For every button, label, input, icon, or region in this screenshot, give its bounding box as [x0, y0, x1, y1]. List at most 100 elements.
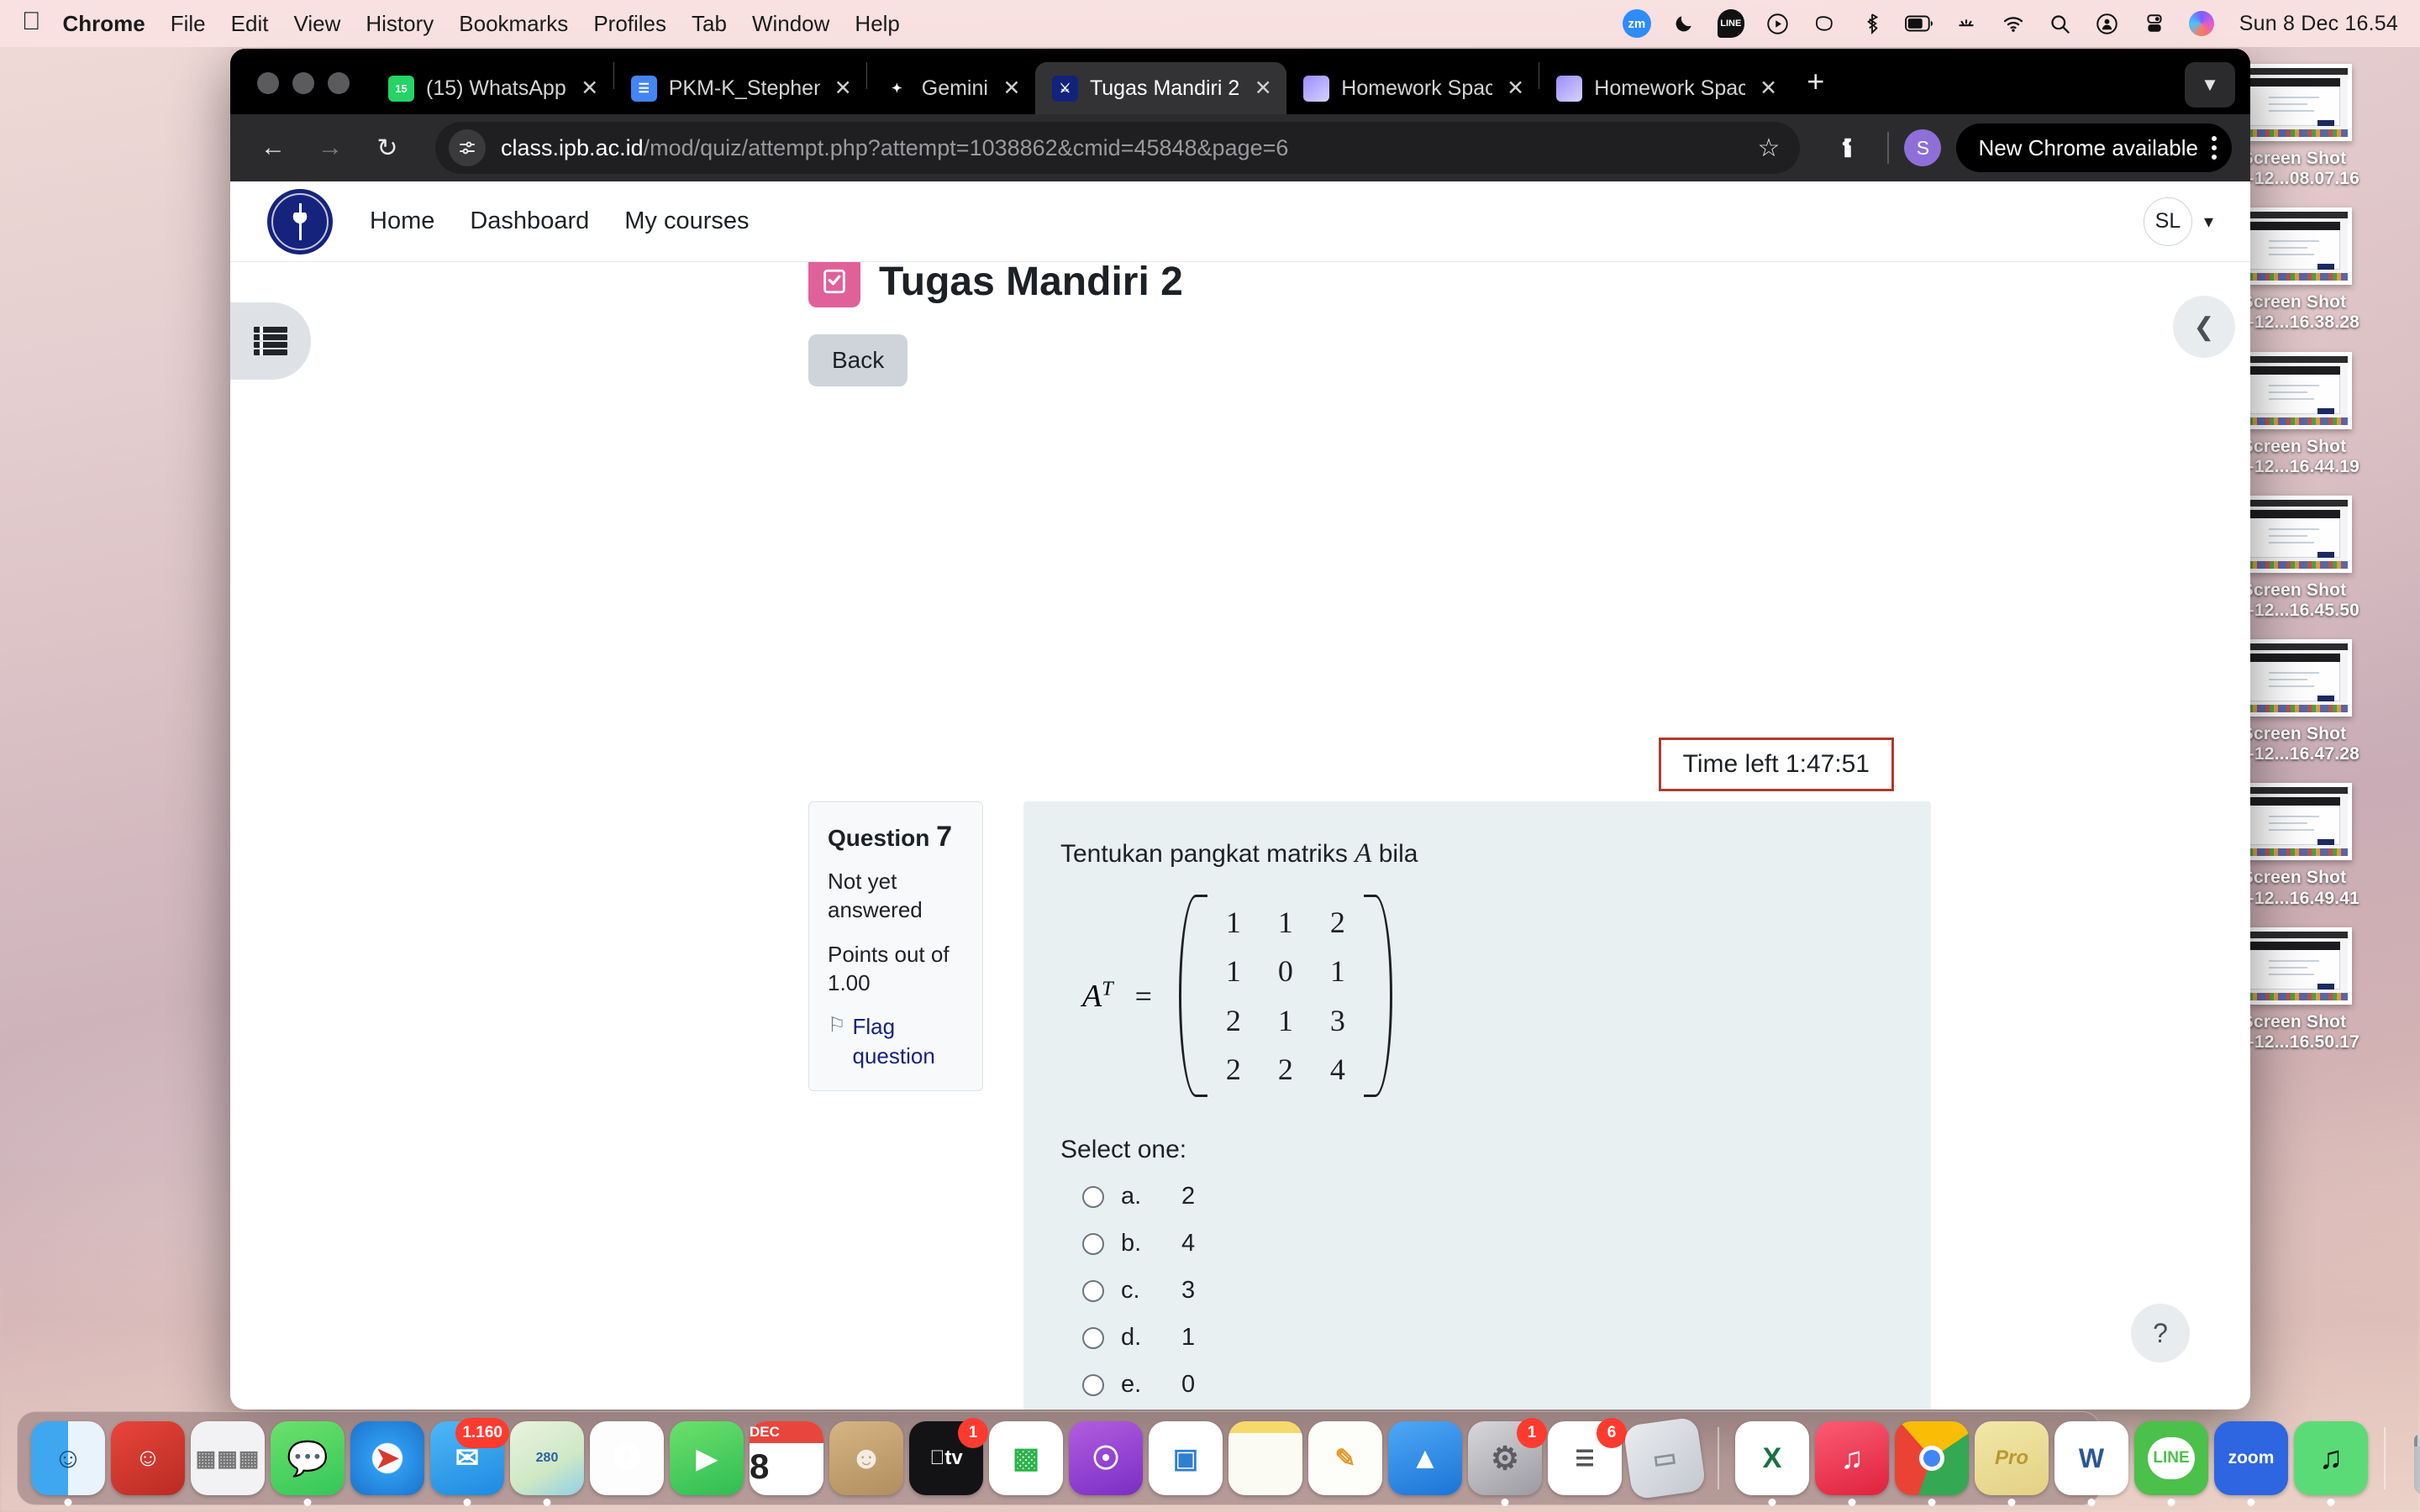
chevron-down-icon[interactable]: ▼	[2185, 62, 2235, 108]
menu-bar-clock[interactable]: Sun 8 Dec 16.54	[2239, 12, 2398, 36]
kebab-menu-icon[interactable]	[2212, 136, 2217, 160]
close-icon[interactable]: ✕	[1504, 76, 1527, 101]
control-center-user-icon[interactable]	[2093, 9, 2122, 38]
address-bar[interactable]: class.ipb.ac.id/mod/quiz/attempt.php?att…	[435, 122, 1801, 174]
finder-icon[interactable]: ☺	[31, 1421, 105, 1506]
system-settings-icon[interactable]: ⚙ 1	[1468, 1418, 1547, 1506]
control-center-icon[interactable]	[2140, 9, 2169, 38]
close-window-button[interactable]	[257, 72, 279, 94]
appstore-icon[interactable]: ▲	[1388, 1421, 1462, 1495]
reload-icon[interactable]: ↻	[363, 123, 412, 172]
answer-option[interactable]: b. 4	[1060, 1230, 1894, 1257]
line-icon[interactable]: LINE	[2134, 1421, 2208, 1506]
close-icon[interactable]: ✕	[832, 76, 855, 101]
back-arrow-icon[interactable]: ←	[249, 123, 297, 172]
podcasts-icon[interactable]: ☉	[1069, 1421, 1143, 1495]
course-index-list-icon[interactable]	[230, 302, 311, 380]
line-menu-icon[interactable]: LINE	[1717, 9, 1745, 38]
display-brightness-icon[interactable]	[1952, 9, 1981, 38]
browser-tab-gemini[interactable]: ✦ Gemini ✕	[867, 62, 1035, 114]
apple-music-icon[interactable]: ♫	[1815, 1421, 1889, 1506]
contacts-icon[interactable]: ☻	[829, 1421, 903, 1495]
radio-button[interactable]	[1082, 1373, 1104, 1396]
chevron-left-icon[interactable]: ❮	[2173, 296, 2235, 358]
menu-item-profiles[interactable]: Profiles	[593, 11, 666, 37]
appletv-icon[interactable]: tv1	[909, 1418, 988, 1495]
spotify-icon[interactable]: ♫	[2294, 1421, 2368, 1506]
radio-button[interactable]	[1082, 1185, 1104, 1208]
maps-icon[interactable]: 280	[510, 1421, 584, 1506]
photos-icon[interactable]: ❂	[590, 1421, 664, 1495]
safari-icon[interactable]: ➤	[350, 1421, 424, 1495]
messages-icon[interactable]: 💬	[271, 1421, 345, 1506]
menu-item-chrome[interactable]: Chrome	[63, 11, 145, 37]
menu-item-file[interactable]: File	[171, 11, 206, 37]
browser-tab-tugas-mandiri[interactable]: ⚔ Tugas Mandiri 2 ✕	[1034, 62, 1287, 114]
numbers-icon[interactable]: ▩	[989, 1421, 1063, 1495]
photobooth-icon[interactable]: ☺	[111, 1421, 185, 1495]
menu-item-edit[interactable]: Edit	[231, 11, 269, 37]
preview-icon[interactable]: ▭	[1623, 1416, 1707, 1500]
wifi-icon[interactable]	[1999, 9, 2028, 38]
nav-link-my-courses[interactable]: My courses	[624, 207, 749, 235]
answer-option[interactable]: c. 3	[1060, 1277, 1894, 1305]
facetime-icon[interactable]: ▶	[670, 1421, 744, 1495]
site-settings-icon[interactable]	[449, 129, 486, 166]
trash-icon[interactable]	[2402, 1421, 2420, 1495]
close-icon[interactable]: ✕	[1757, 76, 1780, 101]
menu-item-view[interactable]: View	[293, 11, 340, 37]
siri-icon[interactable]	[2187, 9, 2216, 38]
apple-icon[interactable]: 	[22, 9, 41, 34]
close-icon[interactable]: ✕	[1251, 76, 1275, 101]
pages-icon[interactable]: ✎	[1308, 1421, 1382, 1495]
flag-question-link[interactable]: ⚐ Flag question	[828, 1012, 964, 1070]
new-tab-button[interactable]: +	[1791, 64, 1839, 114]
podcast-play-icon[interactable]	[1764, 9, 1792, 38]
menu-item-tab[interactable]: Tab	[692, 11, 727, 37]
ipb-logo-icon[interactable]	[267, 188, 333, 255]
excel-icon[interactable]: X	[1735, 1421, 1809, 1506]
calendar-icon[interactable]: DEC 8	[750, 1421, 823, 1495]
menu-item-help[interactable]: Help	[855, 11, 899, 37]
maximize-window-button[interactable]	[328, 72, 350, 94]
do-not-disturb-moon-icon[interactable]	[1670, 9, 1698, 38]
close-icon[interactable]: ✕	[578, 76, 602, 101]
keynote-icon[interactable]: ▣	[1149, 1421, 1223, 1495]
launchpad-icon[interactable]: ▦▦▦	[191, 1421, 265, 1495]
word-icon[interactable]: W	[2054, 1421, 2128, 1506]
forward-arrow-icon[interactable]: →	[306, 123, 355, 172]
browser-tab-homework-1[interactable]: Homework Spac ✕	[1286, 62, 1539, 114]
notion-icon[interactable]	[1811, 9, 1839, 38]
answer-option[interactable]: e. 0	[1060, 1371, 1894, 1399]
user-menu[interactable]: SL ▾	[2143, 197, 2213, 246]
spotlight-search-icon[interactable]	[2046, 9, 2075, 38]
browser-tab-pkmk[interactable]: ☰ PKM-K_Stephen ✕	[614, 62, 866, 114]
answer-option[interactable]: a. 2	[1060, 1183, 1894, 1210]
radio-button[interactable]	[1082, 1279, 1104, 1302]
nav-link-home[interactable]: Home	[370, 207, 434, 235]
zoom-icon[interactable]: zoom	[2214, 1421, 2288, 1506]
browser-tab-whatsapp[interactable]: (15) WhatsApp ✕	[371, 62, 613, 114]
chrome-update-button[interactable]: New Chrome available	[1956, 123, 2232, 172]
answer-option[interactable]: d. 1	[1060, 1324, 1894, 1352]
menu-item-window[interactable]: Window	[752, 11, 829, 37]
stickies-pro-icon[interactable]: Pro	[1975, 1421, 2049, 1506]
radio-button[interactable]	[1082, 1232, 1104, 1255]
menu-item-history[interactable]: History	[366, 11, 434, 37]
battery-icon[interactable]	[1904, 9, 1933, 38]
reminders-icon[interactable]: ☰ 6	[1548, 1418, 1627, 1495]
nav-link-dashboard[interactable]: Dashboard	[470, 207, 589, 235]
minimize-window-button[interactable]	[292, 72, 314, 94]
mail-icon[interactable]: ✉ 1.160	[430, 1418, 509, 1506]
menu-item-bookmarks[interactable]: Bookmarks	[459, 11, 568, 37]
profile-avatar[interactable]: S	[1904, 129, 1942, 166]
radio-button[interactable]	[1082, 1326, 1104, 1349]
back-button[interactable]: Back	[808, 334, 908, 386]
notes-icon[interactable]	[1228, 1421, 1302, 1495]
window-traffic-lights[interactable]	[245, 72, 371, 114]
close-icon[interactable]: ✕	[1000, 76, 1023, 101]
zoom-menu-icon[interactable]: zm	[1622, 9, 1651, 38]
browser-tab-homework-2[interactable]: Homework Spac ✕	[1539, 62, 1791, 114]
chrome-icon[interactable]	[1895, 1421, 1969, 1506]
bluetooth-icon[interactable]	[1858, 9, 1886, 38]
